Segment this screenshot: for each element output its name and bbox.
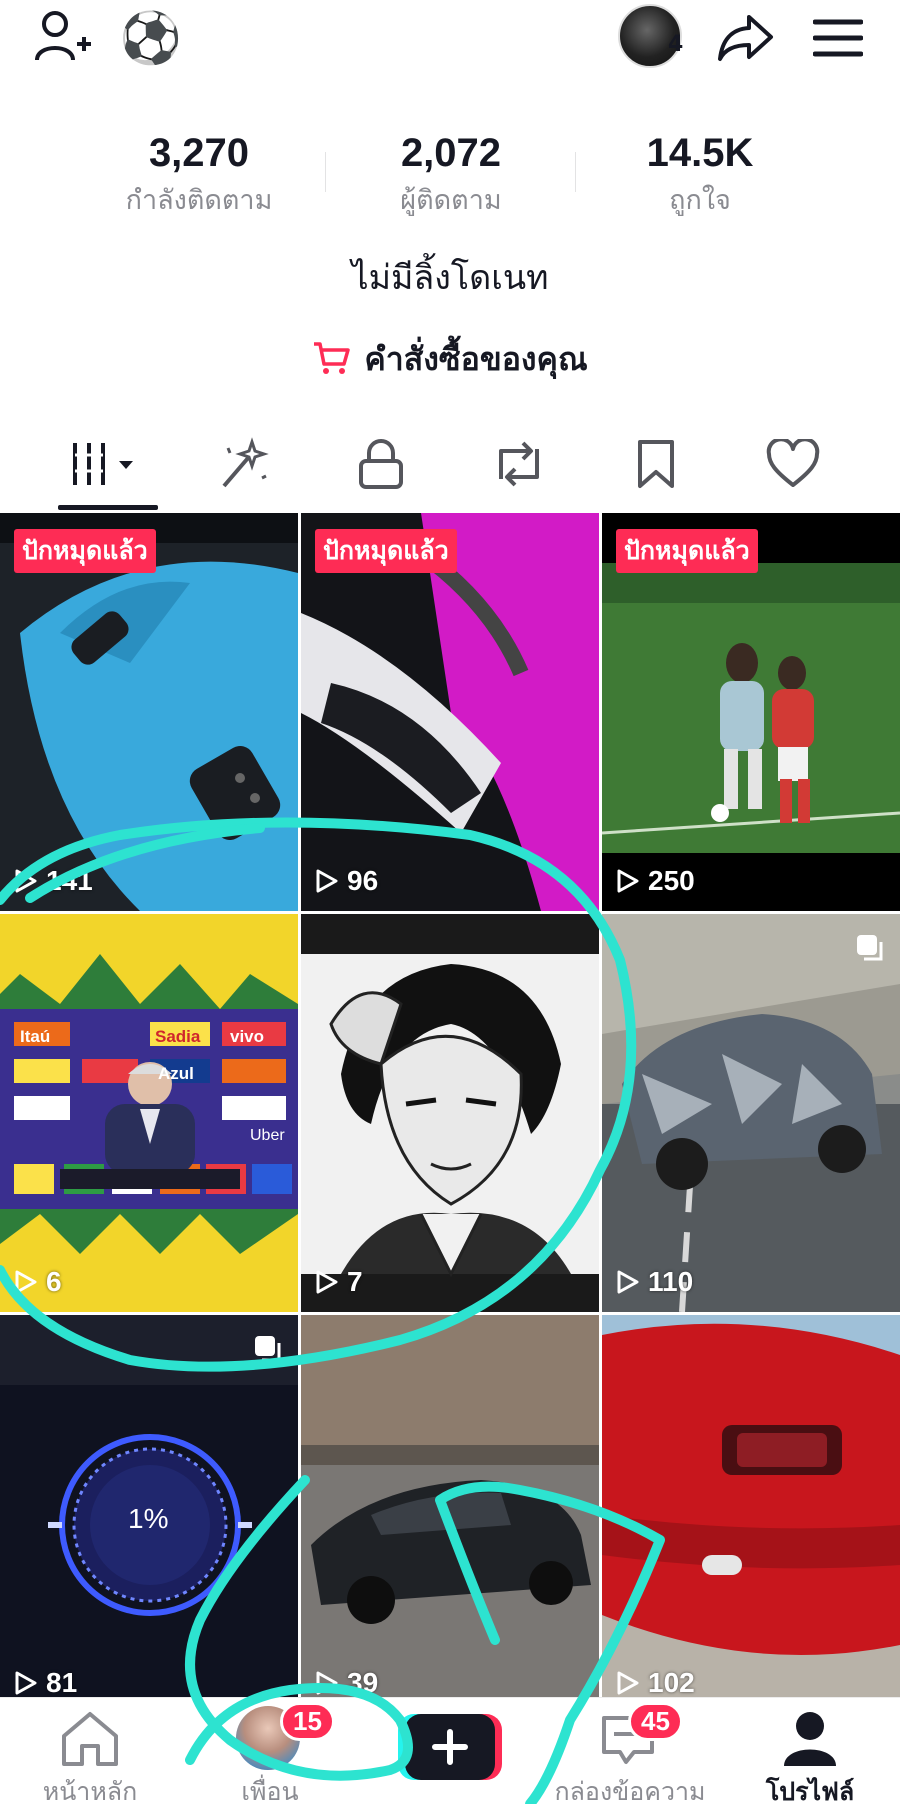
view-count: 102	[616, 1667, 695, 1699]
stat-divider	[325, 152, 326, 192]
followers-label: ผู้ติดตาม	[400, 185, 502, 216]
video-grid: ปักหมุดแล้ว 141 ปักหมุดแล้ว 96 ปักหมุดแล…	[0, 513, 900, 1713]
nav-profile-label: โปรไฟล์	[765, 1777, 855, 1804]
likes-count: 14.5K	[646, 131, 754, 175]
tab-reposts[interactable]	[450, 420, 587, 512]
active-tab-indicator	[58, 505, 158, 510]
friends-badge: 15	[280, 1702, 335, 1741]
likes-label: ถูกใจ	[669, 185, 731, 216]
nav-friends-label: เพื่อน	[241, 1777, 299, 1804]
view-count: 7	[315, 1266, 363, 1298]
video-thumbnail[interactable]: ปักหมุดแล้ว 250	[602, 513, 900, 911]
video-thumbnail[interactable]: Itaú Sadia vivo Azul Uber 6	[0, 914, 298, 1312]
top-bar: ⚽ 4	[0, 0, 900, 80]
followers-stat[interactable]: 2,072 ผู้ติดตาม	[326, 130, 576, 221]
brand-text: Sadia	[155, 1027, 201, 1046]
play-icon	[316, 1671, 338, 1695]
grid-videos-icon	[69, 439, 149, 493]
repost-icon	[491, 439, 547, 493]
view-count: 81	[14, 1667, 77, 1699]
likes-stat[interactable]: 14.5K ถูกใจ	[575, 130, 825, 221]
view-count: 110	[616, 1266, 693, 1298]
multi-image-icon	[857, 935, 883, 961]
nav-profile[interactable]: โปรไฟล์	[720, 1698, 900, 1804]
soccer-ball-emoji: ⚽	[119, 9, 183, 67]
brand-text: Azul	[158, 1064, 194, 1083]
view-count-text: 102	[648, 1667, 695, 1698]
following-label: กำลังติดตาม	[125, 185, 273, 216]
add-user-icon[interactable]	[30, 6, 96, 70]
view-count: 141	[14, 865, 93, 897]
account-count: 4	[668, 32, 684, 57]
tab-private[interactable]	[312, 420, 449, 512]
followers-count: 2,072	[400, 131, 502, 175]
view-count-text: 81	[46, 1667, 78, 1698]
nav-home[interactable]: หน้าหลัก	[0, 1698, 180, 1804]
your-orders-label: คำสั่งซื้อของคุณ	[364, 340, 588, 378]
brand-text: Itaú	[20, 1027, 51, 1046]
play-icon	[15, 1270, 37, 1294]
play-icon	[15, 1671, 37, 1695]
profile-bio: ไม่มีลิ้งโดเนท	[351, 258, 549, 298]
nav-inbox-label: กล่องข้อความ	[554, 1777, 706, 1804]
lock-icon	[357, 437, 405, 495]
hamburger-menu-icon[interactable]	[806, 6, 870, 70]
tab-effects[interactable]	[175, 420, 312, 512]
following-stat[interactable]: 3,270 กำลังติดตาม	[74, 130, 324, 221]
magic-wand-icon	[214, 436, 274, 496]
video-thumbnail[interactable]: 110	[602, 914, 900, 1312]
video-thumbnail[interactable]: ปักหมุดแล้ว 141	[0, 513, 298, 911]
heart-icon	[765, 437, 821, 493]
pinned-badge: ปักหมุดแล้ว	[14, 529, 156, 573]
your-orders-link[interactable]: คำสั่งซื้อของคุณ	[0, 334, 900, 385]
play-icon	[316, 1270, 338, 1294]
bookmark-icon	[634, 438, 678, 494]
view-count-text: 96	[347, 865, 379, 896]
view-count: 96	[315, 865, 378, 897]
video-thumbnail[interactable]: 102	[602, 1315, 900, 1713]
play-icon	[15, 869, 37, 893]
home-icon	[62, 1712, 118, 1766]
view-count-text: 6	[46, 1266, 62, 1297]
play-icon	[617, 1270, 639, 1294]
following-count: 3,270	[148, 131, 250, 175]
view-count-text: 7	[347, 1266, 363, 1297]
profile-icon	[784, 1712, 836, 1766]
tab-favorites[interactable]	[587, 420, 724, 512]
brand-text: Uber	[250, 1127, 285, 1144]
view-count-text: 110	[648, 1266, 694, 1297]
play-icon	[617, 1671, 639, 1695]
view-count: 250	[616, 865, 695, 897]
view-count: 39	[315, 1667, 378, 1699]
view-count-text: 141	[46, 865, 93, 896]
view-count: 6	[14, 1266, 62, 1298]
video-thumbnail[interactable]: ปักหมุดแล้ว 96	[301, 513, 599, 911]
video-thumbnail[interactable]: 39	[301, 1315, 599, 1713]
video-thumbnail[interactable]: 7	[301, 914, 599, 1312]
view-count-text: 39	[347, 1667, 379, 1698]
shopping-cart-icon	[312, 340, 351, 380]
profile-stats: 3,270 กำลังติดตาม 2,072 ผู้ติดตาม 14.5K …	[0, 130, 900, 230]
nav-home-label: หน้าหลัก	[42, 1777, 138, 1804]
nav-inbox[interactable]: 45 กล่องข้อความ	[540, 1698, 720, 1804]
content-tabs	[0, 420, 900, 512]
create-button[interactable]	[398, 1714, 502, 1780]
inbox-badge: 45	[628, 1702, 683, 1741]
pinned-badge: ปักหมุดแล้ว	[315, 529, 457, 573]
view-count-text: 250	[648, 865, 695, 896]
play-icon	[617, 869, 639, 893]
multi-image-icon	[255, 1336, 281, 1362]
share-arrow-icon[interactable]	[714, 6, 778, 70]
tab-liked[interactable]	[724, 420, 861, 512]
video-thumbnail[interactable]: 1% 81	[0, 1315, 298, 1713]
tab-videos[interactable]	[40, 420, 177, 512]
battery-percent: 1%	[128, 1503, 169, 1534]
bottom-navigation: หน้าหลัก 15 เพื่อน 45 กล่องข้อความ โปรไฟ…	[0, 1697, 900, 1804]
pinned-badge: ปักหมุดแล้ว	[616, 529, 758, 573]
brand-text: vivo	[230, 1027, 265, 1046]
stat-divider	[575, 152, 576, 192]
nav-friends[interactable]: 15 เพื่อน	[180, 1698, 360, 1804]
play-icon	[316, 869, 338, 893]
